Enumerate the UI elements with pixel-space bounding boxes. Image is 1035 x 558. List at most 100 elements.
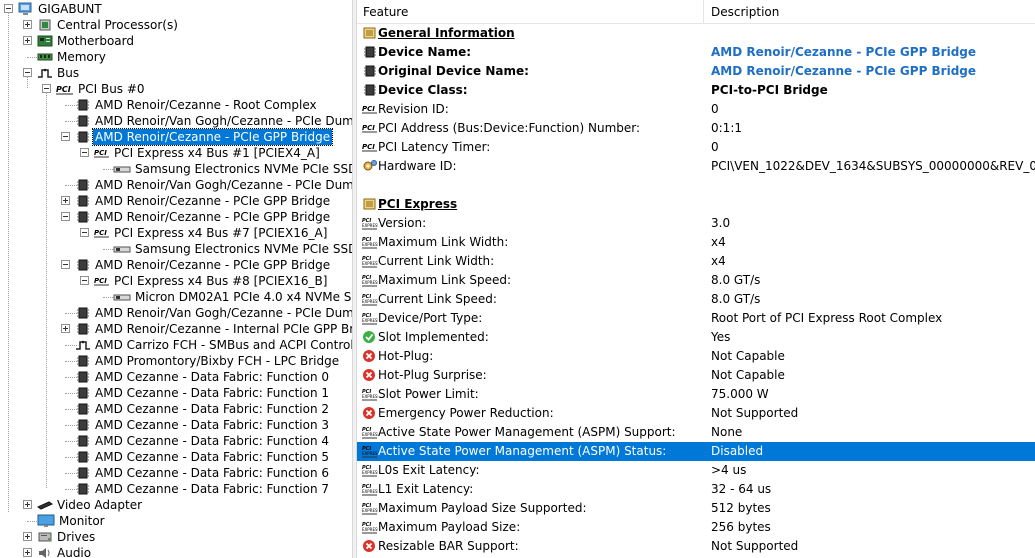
expand-icon[interactable] <box>23 500 32 509</box>
detail-row[interactable]: Original Device Name: AMD Renoir/Cezanne … <box>357 62 1035 81</box>
detail-row[interactable]: PCI Revision ID: 0 <box>357 100 1035 119</box>
section-header[interactable]: PCI Express <box>357 195 1035 214</box>
detail-row[interactable]: PCIEXPRESSMaximum Payload Size: 256 bytes <box>357 518 1035 537</box>
tree-node[interactable]: AMD Cezanne - Data Fabric: Function 5 <box>0 449 352 465</box>
tree-node-label[interactable]: PCI Express x4 Bus #1 [PCIEX4_A] <box>112 145 322 161</box>
tree-node[interactable]: Central Processor(s) <box>0 17 352 33</box>
collapse-icon[interactable] <box>80 228 89 237</box>
tree-node[interactable]: AMD Renoir/Cezanne - PCIe GPP Bridge <box>0 257 352 273</box>
detail-row[interactable]: Resizable BAR Support: Not Supported <box>357 537 1035 556</box>
tree-node-label[interactable]: AMD Cezanne - Data Fabric: Function 1 <box>93 385 331 401</box>
tree-node[interactable]: Samsung Electronics NVMe PCIe SSD Co <box>0 161 352 177</box>
tree-node-label[interactable]: AMD Cezanne - Data Fabric: Function 4 <box>93 433 331 449</box>
tree-node[interactable]: AMD Cezanne - Data Fabric: Function 1 <box>0 385 352 401</box>
detail-row[interactable]: Emergency Power Reduction: Not Supported <box>357 404 1035 423</box>
tree-node-label[interactable]: Audio <box>55 545 93 558</box>
section-header[interactable]: General Information <box>357 24 1035 43</box>
detail-row[interactable]: Device Name: AMD Renoir/Cezanne - PCIe GP… <box>357 43 1035 62</box>
tree-node[interactable]: Drives <box>0 529 352 545</box>
tree-node-label[interactable]: AMD Cezanne - Data Fabric: Function 5 <box>93 449 331 465</box>
tree-node-label[interactable]: Monitor <box>57 513 107 529</box>
tree-node[interactable]: GIGABUNT <box>0 1 352 17</box>
column-header-feature[interactable]: Feature <box>363 5 408 19</box>
tree-node-label[interactable]: Bus <box>55 65 81 81</box>
tree-node[interactable]: AMD Cezanne - Data Fabric: Function 0 <box>0 369 352 385</box>
detail-row[interactable]: PCIEXPRESSL0s Exit Latency: >4 us <box>357 461 1035 480</box>
tree-node[interactable]: Monitor <box>0 513 352 529</box>
detail-row[interactable]: Hot-Plug Surprise: Not Capable <box>357 366 1035 385</box>
tree-node[interactable]: AMD Renoir/Van Gogh/Cezanne - PCIe Dummy <box>0 177 352 193</box>
tree-node[interactable]: AMD Renoir/Cezanne - Root Complex <box>0 97 352 113</box>
detail-row[interactable]: PCIEXPRESSMaximum Link Width: x4 <box>357 233 1035 252</box>
description-link[interactable]: AMD Renoir/Cezanne - PCIe GPP Bridge <box>711 62 976 81</box>
tree-node[interactable]: AMD Renoir/Van Gogh/Cezanne - PCIe Dummy <box>0 305 352 321</box>
collapse-icon[interactable] <box>61 260 70 269</box>
tree-node-label[interactable]: AMD Cezanne - Data Fabric: Function 2 <box>93 401 331 417</box>
tree-node[interactable]: AMD Renoir/Cezanne - PCIe GPP Bridge <box>0 209 352 225</box>
tree-node[interactable]: Micron DM02A1 PCIe 4.0 x4 NVMe SSD <box>0 289 352 305</box>
expand-icon[interactable] <box>61 324 70 333</box>
tree-node-label[interactable]: AMD Renoir/Cezanne - Root Complex <box>93 97 319 113</box>
tree-node-label[interactable]: Drives <box>55 529 97 545</box>
tree-node[interactable]: AMD Renoir/Van Gogh/Cezanne - PCIe Dummy <box>0 113 352 129</box>
tree-node[interactable]: PCI PCI Express x4 Bus #7 [PCIEX16_A] <box>0 225 352 241</box>
tree-node-label[interactable]: Motherboard <box>55 33 136 49</box>
detail-row[interactable]: PCIEXPRESSSlot Power Limit: 75.000 W <box>357 385 1035 404</box>
detail-row[interactable]: Device Class: PCI-to-PCI Bridge <box>357 81 1035 100</box>
tree-node-label[interactable]: AMD Renoir/Van Gogh/Cezanne - PCIe Dummy <box>93 177 352 193</box>
tree-node[interactable]: Motherboard <box>0 33 352 49</box>
tree-node[interactable]: AMD Renoir/Cezanne - Internal PCIe GPP B… <box>0 321 352 337</box>
tree-node-label[interactable]: AMD Promontory/Bixby FCH - LPC Bridge <box>93 353 341 369</box>
tree-node-label[interactable]: GIGABUNT <box>36 1 104 17</box>
tree-node-label[interactable]: Samsung Electronics NVMe PCIe SSD Co <box>133 241 352 257</box>
tree-node[interactable]: AMD Promontory/Bixby FCH - LPC Bridge <box>0 353 352 369</box>
detail-row[interactable]: PCIEXPRESSVersion: 3.0 <box>357 214 1035 233</box>
collapse-icon[interactable] <box>61 132 70 141</box>
tree-node-label[interactable]: AMD Renoir/Cezanne - PCIe GPP Bridge <box>93 209 332 225</box>
collapse-icon[interactable] <box>80 276 89 285</box>
tree-node[interactable]: Audio <box>0 545 352 558</box>
tree-node-label[interactable]: AMD Renoir/Cezanne - PCIe GPP Bridge <box>93 257 332 273</box>
tree-node[interactable]: Samsung Electronics NVMe PCIe SSD Co <box>0 241 352 257</box>
detail-row[interactable]: PCIEXPRESSL1 Exit Latency: 32 - 64 us <box>357 480 1035 499</box>
tree-node[interactable]: AMD Cezanne - Data Fabric: Function 6 <box>0 465 352 481</box>
tree-node-label[interactable]: AMD Renoir/Van Gogh/Cezanne - PCIe Dummy <box>93 113 352 129</box>
detail-row[interactable]: Hardware ID: PCI\VEN_1022&DEV_1634&SUBSYS… <box>357 157 1035 176</box>
tree-node[interactable]: Memory <box>0 49 352 65</box>
tree-node[interactable]: AMD Carrizo FCH - SMBus and ACPI Control… <box>0 337 352 353</box>
tree-node-label[interactable]: PCI Bus #0 <box>76 81 147 97</box>
tree-node-label[interactable]: Memory <box>55 49 108 65</box>
detail-row[interactable]: PCIEXPRESSCurrent Link Width: x4 <box>357 252 1035 271</box>
detail-row[interactable]: PCIEXPRESSActive State Power Management … <box>357 423 1035 442</box>
tree-node[interactable]: PCI PCI Bus #0 <box>0 81 352 97</box>
tree-node[interactable]: AMD Cezanne - Data Fabric: Function 4 <box>0 433 352 449</box>
detail-row[interactable]: PCIEXPRESSDevice/Port Type: Root Port of … <box>357 309 1035 328</box>
tree-node[interactable]: AMD Cezanne - Data Fabric: Function 2 <box>0 401 352 417</box>
expand-icon[interactable] <box>61 196 70 205</box>
detail-row[interactable]: PCI PCI Latency Timer: 0 <box>357 138 1035 157</box>
tree-node-label[interactable]: PCI Express x4 Bus #8 [PCIEX16_B] <box>112 273 329 289</box>
detail-row[interactable]: PCIEXPRESSMaximum Payload Size Supported… <box>357 499 1035 518</box>
detail-row[interactable]: PCIEXPRESSMaximum Link Speed: 8.0 GT/s <box>357 271 1035 290</box>
tree-node-label[interactable]: AMD Cezanne - Data Fabric: Function 6 <box>93 465 331 481</box>
tree-node[interactable]: AMD Renoir/Cezanne - PCIe GPP Bridge <box>0 193 352 209</box>
tree-node-label[interactable]: AMD Renoir/Van Gogh/Cezanne - PCIe Dummy <box>93 305 352 321</box>
description-link[interactable]: AMD Renoir/Cezanne - PCIe GPP Bridge <box>711 43 976 62</box>
tree-node-label[interactable]: AMD Carrizo FCH - SMBus and ACPI Control… <box>93 337 352 353</box>
column-divider[interactable] <box>703 0 704 24</box>
tree-node-label[interactable]: AMD Renoir/Cezanne - PCIe GPP Bridge <box>91 128 334 146</box>
tree-node-label[interactable]: AMD Renoir/Cezanne - Internal PCIe GPP B… <box>93 321 352 337</box>
tree-node-label[interactable]: PCI Express x4 Bus #7 [PCIEX16_A] <box>112 225 329 241</box>
detail-row[interactable]: PCIEXPRESSCurrent Link Speed: 8.0 GT/s <box>357 290 1035 309</box>
expand-icon[interactable] <box>23 20 32 29</box>
detail-row[interactable]: PCI PCI Address (Bus:Device:Function) Num… <box>357 119 1035 138</box>
expand-icon[interactable] <box>23 36 32 45</box>
tree-node-label[interactable]: Central Processor(s) <box>55 17 180 33</box>
tree-node[interactable]: AMD Cezanne - Data Fabric: Function 7 <box>0 481 352 497</box>
tree-node-label[interactable]: Samsung Electronics NVMe PCIe SSD Co <box>133 161 352 177</box>
tree-node[interactable]: PCI PCI Express x4 Bus #1 [PCIEX4_A] <box>0 145 352 161</box>
tree-node-label[interactable]: AMD Cezanne - Data Fabric: Function 3 <box>93 417 331 433</box>
tree-node-label[interactable]: Video Adapter <box>55 497 144 513</box>
column-header-description[interactable]: Description <box>711 5 779 19</box>
tree-node-label[interactable]: Micron DM02A1 PCIe 4.0 x4 NVMe SSD <box>133 289 352 305</box>
